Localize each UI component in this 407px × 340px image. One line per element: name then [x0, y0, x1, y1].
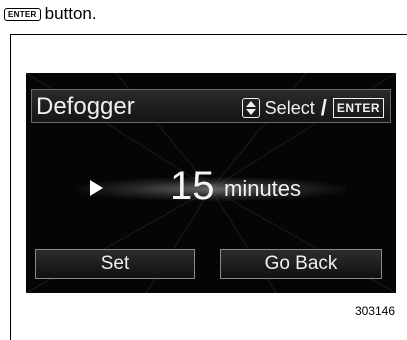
- select-label: Select: [264, 97, 315, 118]
- up-down-arrows-icon: [241, 98, 260, 118]
- figure-number: 303146: [354, 304, 395, 318]
- caption-text: button.: [44, 4, 97, 23]
- go-back-button[interactable]: Go Back: [220, 249, 382, 279]
- display-screen: Defogger Select / ENTER 15 minutes Set G…: [26, 73, 396, 293]
- timer-unit: minutes: [224, 176, 302, 201]
- value-row[interactable]: 15 minutes: [26, 164, 396, 209]
- set-button[interactable]: Set: [35, 249, 195, 279]
- screen-title: Defogger: [36, 93, 135, 120]
- caption: ENTER button.: [4, 4, 97, 24]
- hint-separator: /: [320, 95, 327, 120]
- timer-value: 15: [170, 164, 215, 208]
- play-arrow-icon: [90, 180, 103, 196]
- select-hint: Select / ENTER: [241, 95, 384, 121]
- enter-key-icon: ENTER: [4, 7, 41, 21]
- enter-key-icon: ENTER: [332, 98, 384, 118]
- header-bar: Defogger Select / ENTER: [31, 89, 391, 123]
